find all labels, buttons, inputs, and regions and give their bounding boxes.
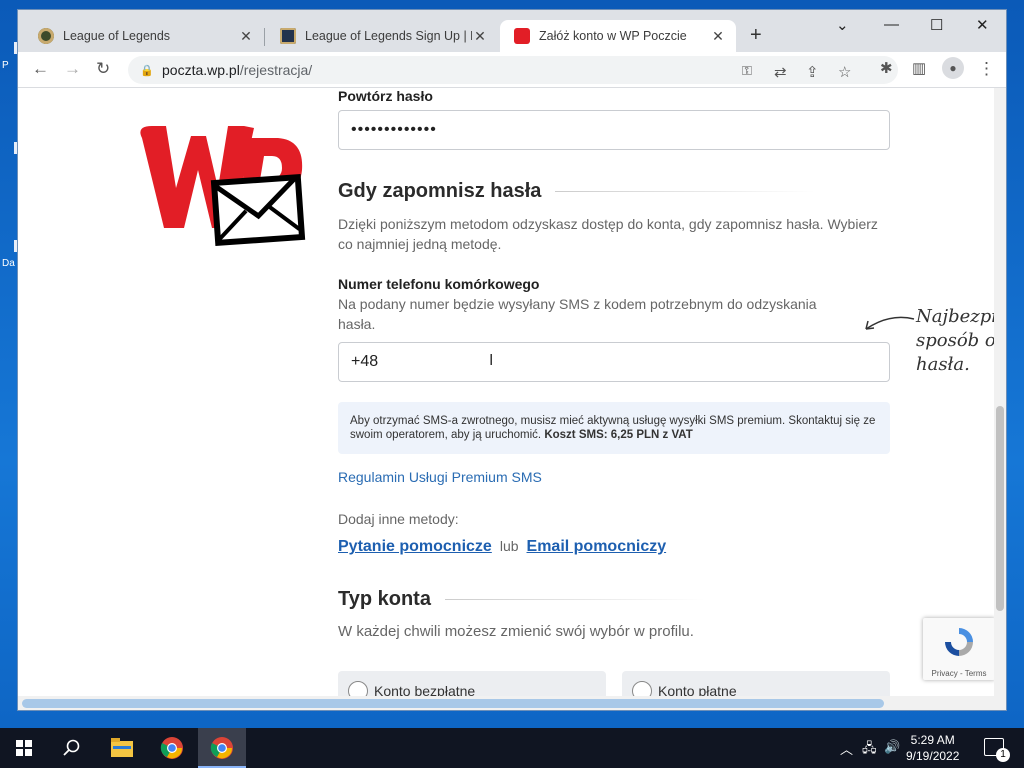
account-type-heading: Typ konta [338, 588, 890, 611]
browser-toolbar: ← → ↻ 🔒 poczta.wp.pl/rejestracja/ ⚿ ⇄ ⇪ … [18, 52, 1006, 88]
windows-start-icon[interactable] [16, 740, 32, 756]
handwritten-note-line: hasła. [916, 354, 970, 375]
phone-number-field[interactable]: +48 I [338, 342, 890, 382]
browser-window: League of Legends ✕ League of Legends Si… [18, 10, 1006, 710]
handwritten-note-line: Najbezpie [916, 306, 1006, 327]
heading-divider [555, 191, 816, 192]
search-icon[interactable] [63, 739, 81, 757]
page-viewport: Powtórz hasło ••••••••••••• Gdy zapomnis… [18, 88, 1006, 710]
recaptcha-badge[interactable]: Privacy - Terms [923, 618, 995, 680]
recaptcha-links[interactable]: Privacy - Terms [923, 669, 995, 678]
handwritten-note-line: sposób o [916, 330, 996, 351]
wp-favicon-icon [514, 28, 530, 44]
minimize-button[interactable]: — [884, 16, 899, 33]
network-icon[interactable]: 🖧 [862, 739, 877, 761]
chrome-icon [210, 737, 233, 759]
volume-icon[interactable]: 🔊 [884, 739, 900, 755]
close-tab-icon[interactable]: ✕ [710, 28, 726, 45]
heading-divider [444, 599, 705, 600]
lock-icon[interactable]: 🔒 [140, 64, 154, 77]
sms-info-box: Aby otrzymać SMS-a zwrotnego, musisz mie… [338, 402, 890, 454]
phone-number-value: +48 [351, 353, 379, 370]
account-type-description: W każdej chwili możesz zmienić swój wybó… [338, 623, 694, 640]
desktop-icon-label: Da [2, 258, 15, 269]
handwritten-arrow-icon [865, 316, 915, 330]
chrome-active-task[interactable] [198, 728, 246, 768]
close-window-button[interactable]: ✕ [976, 16, 989, 34]
tab-title: League of Legends [63, 29, 171, 43]
tab-league-of-legends[interactable]: League of Legends ✕ [24, 20, 264, 52]
clock[interactable]: 5:29 AM 9/19/2022 [906, 732, 959, 764]
share-icon[interactable]: ⇪ [806, 63, 819, 81]
forward-button[interactable]: → [64, 59, 81, 79]
repeat-password-label: Powtórz hasło [338, 88, 433, 104]
menu-icon[interactable]: ⋮ [978, 59, 995, 79]
heading-text: Typ konta [338, 588, 431, 610]
tab-league-signup[interactable]: League of Legends Sign Up | Not ✕ [266, 20, 498, 52]
desktop-icon-label: P [2, 60, 9, 71]
url-host: poczta.wp.pl [162, 62, 240, 78]
heading-text: Gdy zapomnisz hasła [338, 180, 542, 202]
or-label: lub [499, 538, 519, 554]
address-bar[interactable]: 🔒 poczta.wp.pl/rejestracja/ ⚿ ⇄ ⇪ ☆ [128, 56, 898, 84]
add-methods-label: Dodaj inne metody: [338, 511, 459, 527]
phone-description: Na podany numer będzie wysyłany SMS z ko… [338, 296, 817, 332]
back-button[interactable]: ← [32, 59, 49, 79]
chrome-icon[interactable] [160, 736, 184, 760]
sms-cost: Koszt SMS: 6,25 PLN z VAT [544, 429, 693, 441]
vertical-scrollbar[interactable] [994, 88, 1006, 696]
tab-wp-poczta[interactable]: Załóż konto w WP Poczcie ✕ [500, 20, 736, 52]
tray-chevron-icon[interactable]: ︿ [840, 739, 853, 758]
profile-avatar-icon[interactable]: ● [942, 57, 964, 79]
forgot-password-heading: Gdy zapomnisz hasła [338, 180, 890, 203]
tab-separator [264, 28, 265, 46]
clock-time: 5:29 AM [910, 733, 955, 747]
security-question-link[interactable]: Pytanie pomocnicze [338, 538, 492, 556]
new-tab-button[interactable]: + [750, 24, 762, 47]
tab-search-chevron-icon[interactable]: ⌄ [836, 16, 849, 34]
notification-count: 1 [996, 748, 1010, 762]
tab-title: Załóż konto w WP Poczcie [539, 29, 687, 43]
side-panel-icon[interactable]: ▥ [912, 59, 926, 77]
close-tab-icon[interactable]: ✕ [238, 28, 254, 45]
key-icon[interactable]: ⚿ [742, 63, 752, 79]
repeat-password-field[interactable]: ••••••••••••• [338, 110, 890, 150]
recaptcha-icon [945, 628, 973, 656]
tab-title: League of Legends Sign Up | Not [305, 29, 472, 43]
notifications-icon[interactable]: 1 [984, 738, 1010, 762]
backup-email-link[interactable]: Email pomocniczy [527, 538, 667, 556]
bookmark-star-icon[interactable]: ☆ [838, 63, 851, 81]
taskbar: ︿ 🖧 🔊 5:29 AM 9/19/2022 1 [0, 728, 1024, 768]
lol-signup-favicon-icon [280, 28, 296, 44]
horizontal-scroll-thumb[interactable] [22, 699, 884, 708]
phone-label: Numer telefonu komórkowego [338, 276, 540, 292]
horizontal-scrollbar[interactable] [18, 696, 1006, 710]
wp-logo [140, 126, 306, 247]
text-cursor-icon: I [489, 352, 494, 369]
maximize-button[interactable]: ☐ [930, 16, 943, 34]
forgot-password-description: Dzięki poniższym metodom odzyskasz dostę… [338, 216, 878, 252]
premium-sms-terms-link[interactable]: Regulamin Usługi Premium SMS [338, 469, 542, 485]
reload-button[interactable]: ↻ [96, 59, 110, 79]
translate-icon[interactable]: ⇄ [774, 63, 787, 81]
close-tab-icon[interactable]: ✕ [472, 28, 488, 45]
tab-strip: League of Legends ✕ League of Legends Si… [18, 10, 1006, 52]
vertical-scroll-thumb[interactable] [996, 406, 1004, 611]
recovery-methods-row: Pytanie pomocnicze lub Email pomocniczy [338, 536, 666, 556]
lol-favicon-icon [38, 28, 54, 44]
file-explorer-icon[interactable] [111, 738, 133, 758]
url-path: /rejestracja/ [239, 62, 313, 78]
clock-date: 9/19/2022 [906, 749, 960, 763]
extensions-icon[interactable]: ✱ [880, 59, 893, 77]
